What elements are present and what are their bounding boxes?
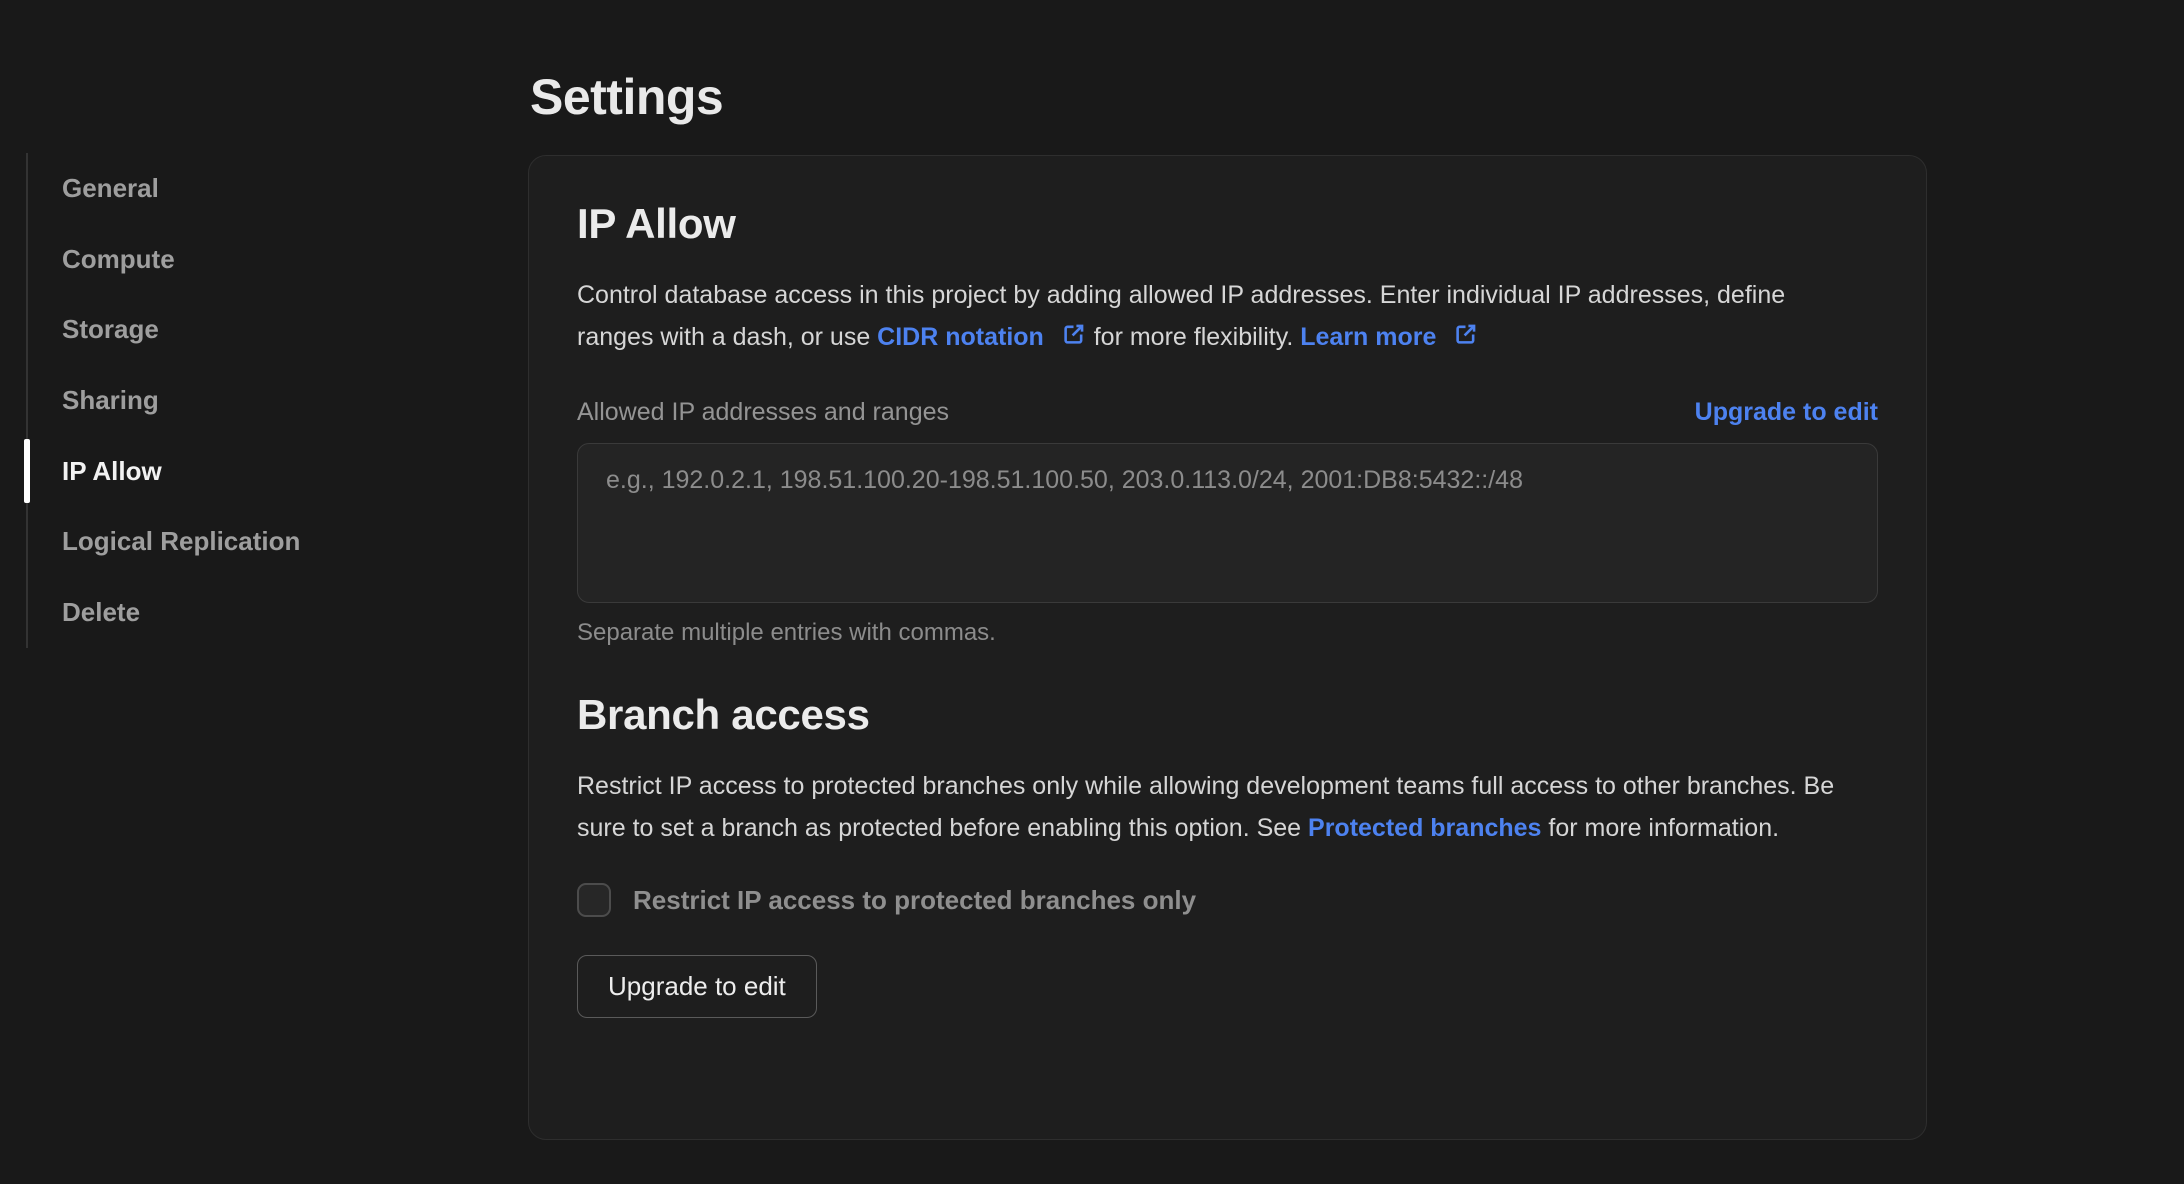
sidebar-item-compute[interactable]: Compute [28,224,446,295]
sidebar-item-label: Sharing [62,384,159,415]
page-title: Settings [530,68,724,125]
sidebar-item-label: Storage [62,314,159,345]
restrict-checkbox-row[interactable]: Restrict IP access to protected branches… [577,883,1878,917]
upgrade-to-edit-button[interactable]: Upgrade to edit [577,955,817,1018]
allowed-ips-textarea[interactable] [577,443,1878,603]
allowed-ips-label: Allowed IP addresses and ranges [577,398,949,426]
branch-access-description: Restrict IP access to protected branches… [577,772,1835,842]
ip-allow-description: Control database access in this project … [577,281,1786,351]
sidebar-item-delete[interactable]: Delete [28,577,446,648]
restrict-checkbox[interactable] [577,883,611,917]
branch-access-heading: Branch access [577,691,870,738]
cidr-notation-link[interactable]: CIDR notation [877,323,1094,351]
external-link-icon [1456,324,1476,344]
textarea-helper: Separate multiple entries with commas. [577,619,996,646]
ip-allow-heading: IP Allow [577,200,736,247]
restrict-checkbox-label: Restrict IP access to protected branches… [633,884,1197,915]
sidebar-item-label: IP Allow [62,455,162,486]
sidebar-item-label: Compute [62,243,175,274]
sidebar-item-label: General [62,172,159,203]
sidebar-item-ip-allow[interactable]: IP Allow [24,436,446,507]
sidebar-item-logical-replication[interactable]: Logical Replication [28,506,446,577]
sidebar-item-label: Logical Replication [62,526,301,557]
sidebar-item-label: Delete [62,596,141,627]
settings-sidebar: General Compute Storage Sharing IP Allow… [24,153,446,648]
sidebar-item-general[interactable]: General [28,153,446,224]
external-link-icon [1064,324,1084,344]
upgrade-to-edit-link[interactable]: Upgrade to edit [1695,398,1878,427]
learn-more-link[interactable]: Learn more [1300,323,1479,351]
sidebar-item-storage[interactable]: Storage [28,294,446,365]
protected-branches-link[interactable]: Protected branches [1308,814,1541,842]
sidebar-item-sharing[interactable]: Sharing [28,365,446,436]
allowed-ips-field-row: Allowed IP addresses and ranges Upgrade … [577,398,1878,427]
settings-card: IP Allow Control database access in this… [528,155,1927,1140]
